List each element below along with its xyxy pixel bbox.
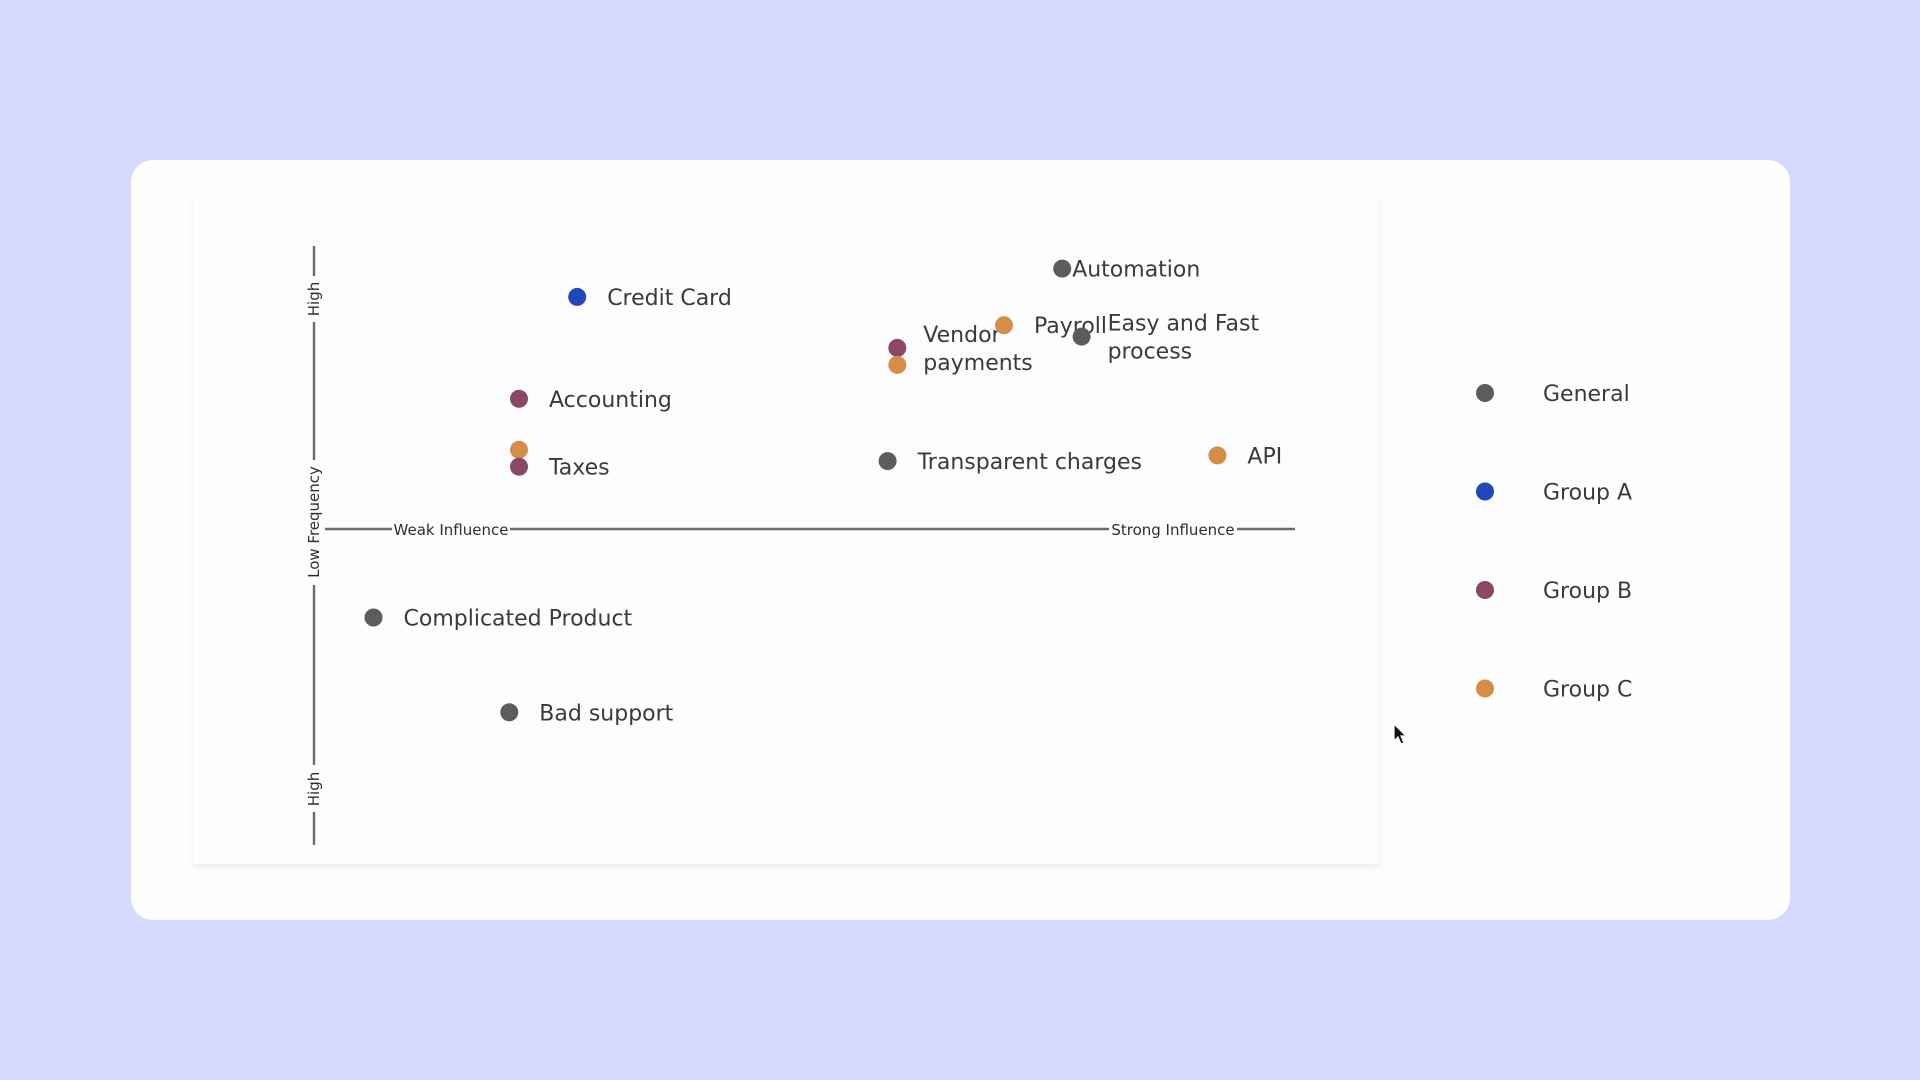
data-point	[510, 440, 528, 459]
point-label: Credit Card	[607, 286, 732, 311]
legend-label: General	[1543, 382, 1630, 407]
data-point	[888, 355, 907, 374]
legend-label: Group A	[1543, 481, 1632, 506]
data-point: Automation	[1053, 258, 1200, 283]
point-marker	[364, 608, 383, 627]
point-label: Taxes	[548, 456, 610, 481]
point-marker	[510, 389, 528, 408]
point-marker	[995, 316, 1013, 335]
point-marker	[510, 440, 528, 459]
point-label: payments	[923, 351, 1032, 376]
point-label: Easy and Fast	[1108, 312, 1260, 337]
mouse-cursor-icon	[1393, 723, 1408, 745]
point-label: Bad support	[539, 701, 673, 726]
x-axis-label-left: Weak Influence	[394, 521, 509, 539]
point-label: Payroll	[1034, 314, 1107, 339]
point-marker	[1053, 259, 1072, 278]
data-point: Complicated Product	[364, 607, 633, 632]
point-marker	[1072, 327, 1091, 346]
point-marker	[888, 355, 907, 374]
y-axis-label-bottom: High	[305, 772, 323, 806]
point-label: Accounting	[549, 388, 672, 413]
legend-swatch	[1476, 482, 1494, 501]
legend-label: Group B	[1543, 579, 1632, 604]
x-axis-label-right: Strong Influence	[1111, 521, 1234, 539]
point-label: process	[1108, 340, 1193, 365]
point-marker	[878, 452, 897, 471]
data-point: Transparent charges	[878, 450, 1142, 475]
point-label: API	[1247, 444, 1282, 469]
point-marker	[568, 287, 587, 306]
y-axis-label-top: High	[305, 282, 323, 316]
point-marker	[500, 703, 519, 722]
legend-label: Group C	[1543, 678, 1632, 703]
point-marker	[510, 457, 528, 476]
y-axis-label-center: Low Frequency	[305, 466, 323, 578]
point-label: Transparent charges	[917, 450, 1142, 475]
point-label: Vendor	[923, 323, 1001, 348]
point-marker	[1208, 446, 1227, 465]
point-label: Automation	[1072, 258, 1200, 283]
point-marker	[888, 338, 907, 357]
legend-swatch	[1476, 679, 1494, 698]
point-label: Complicated Product	[404, 607, 633, 632]
legend-swatch	[1476, 581, 1494, 599]
legend-swatch	[1476, 384, 1494, 402]
